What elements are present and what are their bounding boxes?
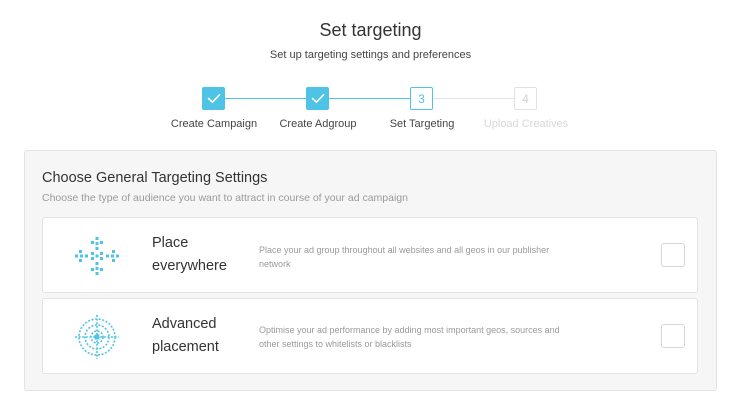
arrows-outward-icon — [75, 237, 119, 275]
advanced-placement-checkbox[interactable] — [661, 324, 685, 348]
step-4-indicator: 4 — [514, 87, 537, 110]
step-connector — [225, 98, 306, 99]
option-title: Place everywhere — [152, 235, 227, 274]
panel-subtitle: Choose the type of audience you want to … — [42, 192, 408, 204]
step-1-label: Create Campaign — [170, 118, 258, 130]
step-1-indicator[interactable] — [202, 87, 225, 110]
step-2-label: Create Adgroup — [279, 118, 357, 130]
panel-title: Choose General Targeting Settings — [42, 170, 268, 186]
step-3-label: Set Targeting — [389, 118, 455, 130]
option-title: Advanced placement — [152, 316, 219, 355]
step-connector — [433, 98, 514, 99]
step-connector — [329, 98, 410, 99]
crosshair-target-icon — [75, 315, 119, 359]
checkmark-icon — [207, 94, 220, 103]
option-description: Place your ad group throughout all websi… — [259, 245, 550, 269]
option-description: Optimise your ad performance by adding m… — [259, 325, 560, 349]
step-2-indicator[interactable] — [306, 87, 329, 110]
targeting-settings-panel: Choose General Targeting Settings Choose… — [24, 150, 717, 391]
option-place-everywhere[interactable]: Place everywhere Place your ad group thr… — [42, 217, 698, 293]
option-advanced-placement[interactable]: Advanced placement Optimise your ad perf… — [42, 298, 698, 374]
page-subtitle: Set up targeting settings and preference… — [269, 49, 472, 61]
progress-stepper: 3 4 Create Campaign Create Adgroup Set T… — [0, 87, 741, 137]
place-everywhere-checkbox[interactable] — [661, 243, 685, 267]
checkmark-icon — [311, 94, 324, 103]
step-3-indicator[interactable]: 3 — [410, 87, 433, 110]
page-title: Set targeting — [319, 20, 422, 40]
step-4-label: Upload Creatives — [483, 118, 569, 130]
